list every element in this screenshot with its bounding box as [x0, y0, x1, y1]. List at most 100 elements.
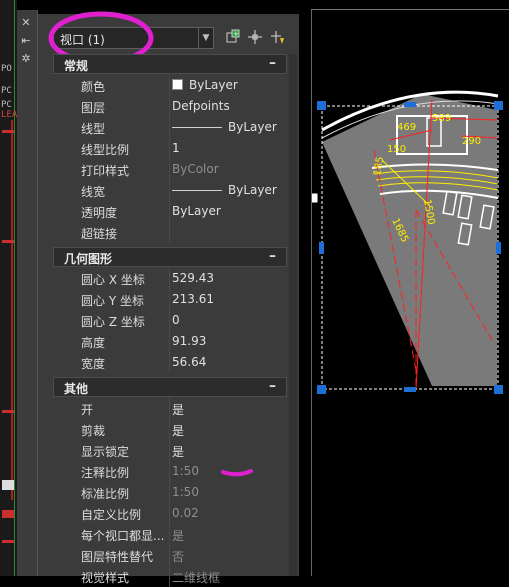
property-value: 是 — [172, 403, 185, 417]
property-row-center-z[interactable]: 圆心 Z 坐标 0 — [53, 310, 287, 331]
property-label: 每个视口都显... — [81, 529, 165, 543]
property-label: 宽度 — [81, 357, 106, 371]
property-row-visual-style[interactable]: 视觉样式 二维线框 — [53, 566, 287, 587]
strip-red-line — [11, 120, 13, 500]
property-label: 超链接 — [81, 227, 118, 241]
select-objects-icon[interactable] — [245, 29, 265, 49]
property-row-ucs-per-viewport[interactable]: 每个视口都显... 是 — [53, 524, 287, 545]
property-value: 是 — [172, 445, 185, 459]
property-row-on[interactable]: 开是 — [53, 398, 287, 419]
properties-palette: 视口 (1) ▼ + 常规 – 颜色 ByLayer 图层 Defpoints 线型… — [37, 11, 299, 587]
property-row-center-y[interactable]: 圆心 Y 坐标 213.61 — [53, 289, 287, 310]
edge-grip[interactable] — [496, 242, 501, 254]
property-row-display-locked[interactable]: 显示锁定 是 — [53, 440, 287, 461]
property-row-plot-style[interactable]: 打印样式 ByColor — [53, 159, 287, 180]
property-row-linetype[interactable]: 线型 ByLayer — [53, 117, 287, 138]
property-label: 打印样式 — [81, 164, 130, 178]
property-label: 图层特性替代 — [81, 550, 154, 564]
settings-icon[interactable]: ✲ — [17, 50, 35, 68]
palette-tool-strip: ✕ ⇤ ✲ — [17, 10, 38, 576]
property-label: 高度 — [81, 336, 106, 350]
quick-select-icon[interactable]: + — [223, 29, 243, 49]
toggle-pickadd-icon[interactable] — [268, 29, 288, 49]
property-value: 56.64 — [172, 355, 207, 369]
annotation-underline — [221, 469, 253, 477]
property-value: 1:50 — [172, 464, 199, 478]
strip-text: PC — [1, 100, 12, 110]
collapse-icon[interactable]: – — [269, 55, 276, 71]
property-row-clipped[interactable]: 剪裁 是 — [53, 419, 287, 440]
property-row-center-x[interactable]: 圆心 X 坐标 529.43 — [53, 268, 287, 289]
edge-grip[interactable] — [404, 387, 416, 392]
property-value: ByColor — [172, 162, 219, 176]
property-row-standard-scale[interactable]: 标准比例 1:50 — [53, 482, 287, 503]
model-space-strip: PO PC PC LEA — [0, 0, 17, 576]
property-label: 显示锁定 — [81, 445, 130, 459]
property-label: 自定义比例 — [81, 508, 142, 522]
chevron-down-icon[interactable]: ▼ — [198, 28, 213, 48]
property-value: 0.02 — [172, 506, 199, 520]
property-label: 开 — [81, 403, 94, 417]
property-value: ByLayer — [189, 78, 238, 92]
strip-mark — [2, 480, 14, 490]
property-row-layer[interactable]: 图层 Defpoints — [53, 96, 287, 117]
collapse-icon[interactable]: – — [269, 248, 276, 264]
property-value: ByLayer — [172, 204, 221, 218]
property-value: 91.93 — [172, 334, 207, 348]
strip-mark — [2, 240, 14, 243]
property-row-width[interactable]: 宽度 56.64 — [53, 352, 287, 373]
property-row-color[interactable]: 颜色 ByLayer — [53, 75, 287, 96]
center-grip[interactable] — [307, 192, 319, 204]
svg-text:+: + — [233, 30, 239, 38]
viewport-drawing: 589 469 290 150 185 1685 1500 — [307, 90, 503, 394]
property-row-linetype-scale[interactable]: 线型比例 1 — [53, 138, 287, 159]
section-misc[interactable]: 其他 – — [53, 377, 287, 397]
property-label: 圆心 Y 坐标 — [81, 294, 144, 308]
strip-mark — [2, 510, 14, 518]
drawing-canvas[interactable]: 589 469 290 150 185 1685 1500 — [307, 10, 509, 576]
property-label: 图层 — [81, 101, 106, 115]
property-row-height[interactable]: 高度 91.93 — [53, 331, 287, 352]
corner-grip[interactable] — [494, 385, 503, 394]
corner-grip[interactable] — [317, 101, 326, 110]
property-label: 线宽 — [81, 185, 106, 199]
dim-290: 290 — [462, 136, 481, 147]
edge-grip[interactable] — [404, 102, 416, 107]
section-general[interactable]: 常规 – — [53, 54, 287, 74]
edge-grip[interactable] — [319, 242, 324, 254]
property-label: 剪裁 — [81, 424, 106, 438]
property-row-custom-scale[interactable]: 自定义比例 0.02 — [53, 503, 287, 524]
collapse-icon[interactable]: – — [269, 378, 276, 394]
property-value: 529.43 — [172, 271, 214, 285]
property-label: 注释比例 — [81, 466, 130, 480]
property-row-layer-overrides[interactable]: 图层特性替代 否 — [53, 545, 287, 566]
strip-green-line — [14, 0, 15, 576]
strip-text: PO — [1, 64, 12, 74]
strip-mark — [2, 540, 14, 543]
dim-150: 150 — [387, 144, 406, 155]
section-title: 几何图形 — [64, 252, 113, 266]
section-geometry[interactable]: 几何图形 – — [53, 247, 287, 267]
corner-grip[interactable] — [317, 385, 326, 394]
property-value: 213.61 — [172, 292, 214, 306]
corner-grip[interactable] — [494, 101, 503, 110]
pin-icon[interactable]: ⇤ — [17, 32, 35, 50]
close-icon[interactable]: ✕ — [17, 14, 35, 32]
property-value: 否 — [172, 550, 185, 564]
property-value: 1:50 — [172, 485, 199, 499]
property-label: 圆心 Z 坐标 — [81, 315, 145, 329]
palette-scrollbar[interactable] — [289, 54, 297, 576]
strip-text: LEA — [1, 110, 18, 120]
property-row-lineweight[interactable]: 线宽 ByLayer — [53, 180, 287, 201]
property-value: 1 — [172, 141, 180, 155]
color-swatch-icon — [172, 79, 183, 90]
property-label: 线型 — [81, 122, 106, 136]
dim-589: 589 — [432, 113, 451, 124]
property-row-transparency[interactable]: 透明度 ByLayer — [53, 201, 287, 222]
property-value: 是 — [172, 424, 185, 438]
strip-text: PC — [1, 86, 12, 96]
property-value: 二维线框 — [172, 571, 221, 585]
property-row-hyperlink[interactable]: 超链接 — [53, 222, 287, 243]
property-label: 圆心 X 坐标 — [81, 273, 145, 287]
property-value: Defpoints — [172, 99, 230, 113]
